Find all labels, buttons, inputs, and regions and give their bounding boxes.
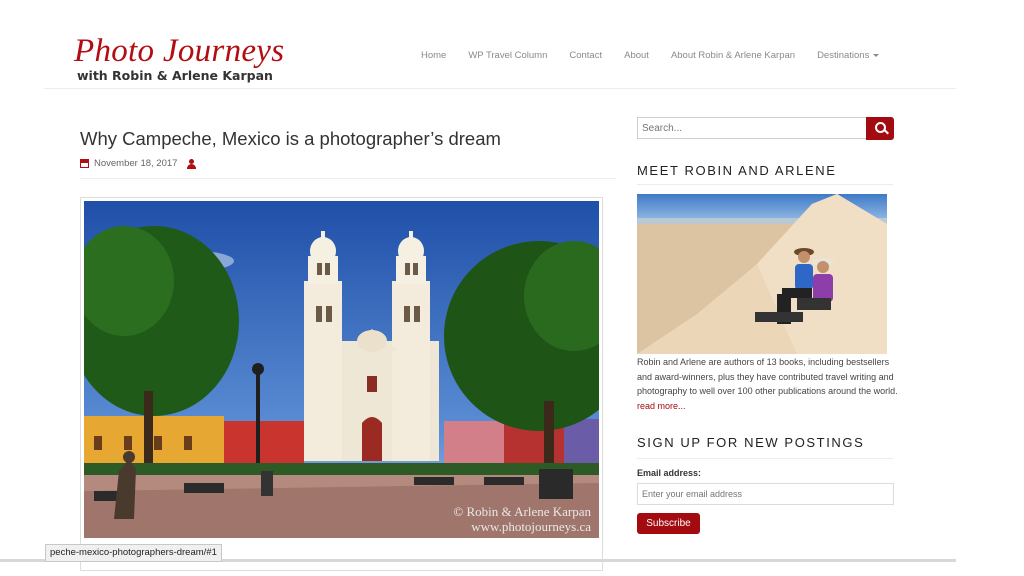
bio-photo[interactable]	[637, 194, 887, 354]
email-field[interactable]	[637, 483, 894, 505]
main-nav: Home WP Travel Column Contact About Abou…	[421, 50, 880, 61]
nav-about[interactable]: About	[624, 50, 649, 61]
subscribe-button[interactable]: Subscribe	[637, 513, 700, 534]
nav-destinations-label: Destinations	[817, 50, 870, 61]
divider	[637, 184, 893, 185]
search-button[interactable]	[866, 117, 894, 140]
search-icon-handle	[884, 129, 889, 135]
calendar-icon	[80, 159, 89, 168]
nav-destinations[interactable]: Destinations	[817, 50, 880, 61]
watermark-line-1: © Robin & Arlene Karpan	[453, 504, 591, 519]
nav-wp-travel-column[interactable]: WP Travel Column	[468, 50, 547, 61]
post-date[interactable]: November 18, 2017	[94, 158, 177, 169]
caret-down-icon	[873, 53, 880, 57]
bio-text: Robin and Arlene are authors of 13 books…	[637, 355, 899, 413]
watermark-line-2: www.photojourneys.ca	[471, 519, 591, 534]
divider	[637, 458, 893, 459]
featured-image-frame: © Robin & Arlene Karpan www.photojourney…	[80, 197, 603, 571]
site-logo[interactable]: Photo Journeys with Robin & Arlene Karpa…	[74, 34, 284, 83]
featured-image[interactable]: © Robin & Arlene Karpan www.photojourney…	[84, 201, 599, 538]
search-input[interactable]	[637, 117, 867, 139]
link-status-bar: peche-mexico-photographers-dream/#1	[45, 544, 222, 562]
nav-home[interactable]: Home	[421, 50, 446, 61]
nav-contact[interactable]: Contact	[569, 50, 602, 61]
bio-body: Robin and Arlene are authors of 13 books…	[637, 357, 898, 396]
signup-widget-title: SIGN UP FOR NEW POSTINGS	[637, 435, 865, 450]
email-label: Email address:	[637, 468, 702, 478]
nav-about-karpan[interactable]: About Robin & Arlene Karpan	[671, 50, 795, 61]
divider	[80, 178, 616, 179]
post-meta: November 18, 2017	[80, 158, 197, 169]
post-title: Why Campeche, Mexico is a photographer’s…	[80, 128, 501, 149]
photo-watermark: © Robin & Arlene Karpan www.photojourney…	[453, 504, 591, 534]
read-more-link[interactable]: read more...	[637, 401, 686, 411]
user-icon[interactable]	[187, 158, 197, 169]
meet-widget-title: MEET ROBIN AND ARLENE	[637, 163, 837, 178]
logo-title: Photo Journeys	[74, 33, 285, 69]
logo-subtitle: with Robin & Arlene Karpan	[77, 68, 273, 83]
site-header: Photo Journeys with Robin & Arlene Karpa…	[44, 0, 956, 89]
